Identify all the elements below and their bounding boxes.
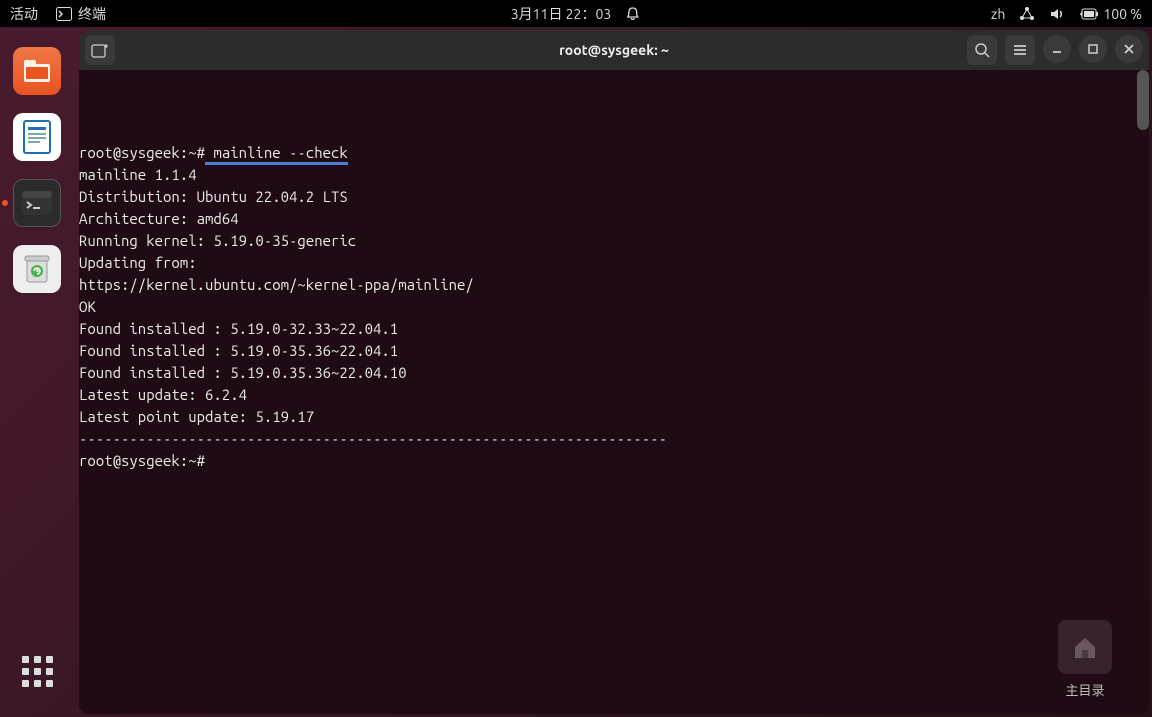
battery-indicator[interactable]: 100 % — [1079, 6, 1142, 22]
terminal-icon — [20, 189, 54, 217]
search-button[interactable] — [967, 35, 997, 65]
hamburger-icon — [1012, 43, 1028, 57]
terminal-line: Found installed : 5.19.0-32.33~22.04.1 — [79, 318, 1149, 340]
terminal-line: Latest update: 6.2.4 — [79, 384, 1149, 406]
window-title: root@sysgeek: ~ — [559, 42, 669, 58]
input-method-indicator[interactable]: zh — [991, 6, 1005, 22]
desktop-home-label: 主目录 — [1058, 680, 1112, 699]
terminal-line: Found installed : 5.19.0-35.36~22.04.1 — [79, 340, 1149, 362]
terminal-small-icon — [56, 7, 72, 21]
dock-item-writer[interactable] — [13, 113, 61, 161]
activities-button[interactable]: 活动 — [10, 4, 38, 24]
terminal-line: mainline 1.1.4 — [79, 164, 1149, 186]
terminal-line: root@sysgeek:~# — [79, 450, 1149, 472]
terminal-output[interactable]: root@sysgeek:~# mainline --checkmainline… — [79, 70, 1149, 714]
home-icon — [1071, 633, 1099, 661]
new-tab-button[interactable] — [85, 35, 115, 65]
volume-icon[interactable] — [1049, 6, 1065, 22]
window-titlebar: root@sysgeek: ~ — [79, 30, 1149, 70]
terminal-line: root@sysgeek:~# mainline --check — [79, 142, 1149, 164]
current-app-name: 终端 — [78, 4, 106, 24]
network-icon[interactable] — [1019, 6, 1035, 22]
terminal-line: OK — [79, 296, 1149, 318]
gnome-topbar: 活动 终端 3月11日 22：03 zh 100 % — [0, 0, 1152, 27]
battery-percent: 100 % — [1103, 6, 1142, 22]
minimize-icon — [1051, 43, 1063, 55]
battery-icon — [1079, 8, 1099, 20]
writer-icon — [22, 119, 52, 155]
terminal-line: Latest point update: 5.19.17 — [79, 406, 1149, 428]
desktop-home-folder[interactable]: 主目录 — [1058, 620, 1112, 699]
bell-icon[interactable] — [625, 6, 641, 22]
close-icon — [1123, 43, 1135, 55]
dock — [0, 27, 74, 717]
clock[interactable]: 3月11日 22：03 — [511, 4, 611, 24]
current-app-indicator[interactable]: 终端 — [56, 4, 106, 24]
maximize-icon — [1087, 43, 1099, 55]
menu-button[interactable] — [1005, 35, 1035, 65]
new-tab-icon — [91, 42, 109, 58]
terminal-line: Found installed : 5.19.0.35.36~22.04.10 — [79, 362, 1149, 384]
trash-icon — [23, 252, 51, 286]
dock-show-apps[interactable] — [13, 647, 61, 695]
apps-grid-icon — [22, 656, 53, 687]
dock-item-trash[interactable] — [13, 245, 61, 293]
close-button[interactable] — [1115, 35, 1143, 63]
terminal-window: root@sysgeek: ~ root@sysgeek:~# mainline… — [79, 30, 1149, 714]
dock-item-files[interactable] — [13, 47, 61, 95]
terminal-line: Updating from: — [79, 252, 1149, 274]
scrollbar[interactable] — [1137, 70, 1149, 130]
search-icon — [974, 42, 990, 58]
minimize-button[interactable] — [1043, 35, 1071, 63]
files-icon — [22, 58, 52, 84]
maximize-button[interactable] — [1079, 35, 1107, 63]
dock-item-terminal[interactable] — [13, 179, 61, 227]
terminal-line: Distribution: Ubuntu 22.04.2 LTS — [79, 186, 1149, 208]
terminal-line: Running kernel: 5.19.0-35-generic — [79, 230, 1149, 252]
terminal-line: https://kernel.ubuntu.com/~kernel-ppa/ma… — [79, 274, 1149, 296]
terminal-line: Architecture: amd64 — [79, 208, 1149, 230]
terminal-line: ----------------------------------------… — [79, 428, 1149, 450]
